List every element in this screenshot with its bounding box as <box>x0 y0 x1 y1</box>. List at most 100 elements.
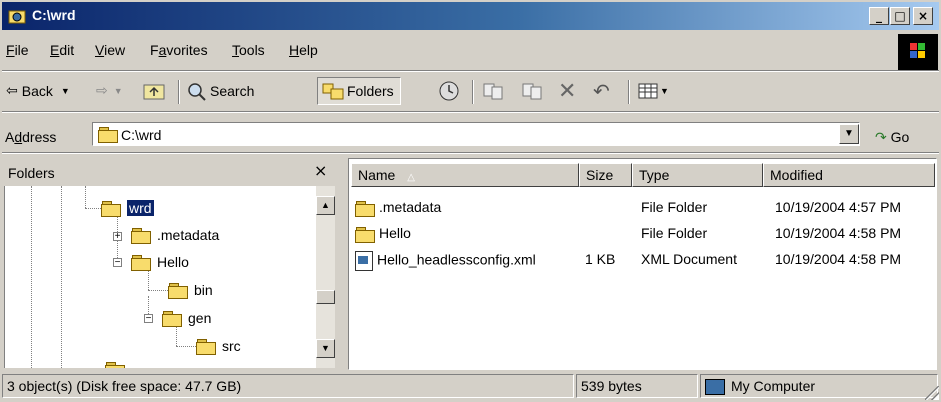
status-bytes: 539 bytes <box>576 374 698 398</box>
tree-guide <box>85 208 101 209</box>
folders-pane-title: Folders <box>8 165 55 181</box>
tree-node-wrd[interactable]: wrd <box>101 200 154 217</box>
menu-file[interactable]: File <box>6 42 29 58</box>
scroll-thumb[interactable] <box>316 290 335 304</box>
search-button[interactable]: Search <box>186 77 254 105</box>
list-item[interactable]: Hello_headlessconfig.xml 1 KB XML Docume… <box>349 248 936 271</box>
folders-icon <box>322 83 344 100</box>
title-bar[interactable]: C:\wrd _ □ × <box>2 2 939 30</box>
tree-node-label: bin <box>194 282 213 298</box>
folder-icon <box>105 362 125 368</box>
explorer-window: C:\wrd _ □ × File Edit View Favorites To… <box>0 0 941 402</box>
collapse-minus-icon[interactable]: − <box>113 258 122 268</box>
forward-button[interactable]: ⇨ ▼ <box>96 77 123 105</box>
delete-x-icon: ✕ <box>558 78 577 104</box>
tree-guide <box>61 186 62 368</box>
collapse-minus-icon[interactable]: − <box>144 314 153 324</box>
tree-node-gen[interactable]: gen <box>162 310 212 327</box>
copy-to-button[interactable] <box>521 77 545 105</box>
up-folder-button[interactable] <box>143 77 165 105</box>
file-modified: 10/19/2004 4:58 PM <box>775 225 902 241</box>
tree-guide <box>85 186 86 208</box>
file-name: .metadata <box>355 199 442 217</box>
expand-plus-icon[interactable]: + <box>113 232 122 242</box>
back-label: Back <box>21 83 53 99</box>
folder-icon <box>168 282 188 299</box>
column-label: Size <box>586 167 614 183</box>
file-type: File Folder <box>641 199 708 215</box>
tree-node-label: gen <box>188 310 212 326</box>
pane-splitter[interactable] <box>336 158 348 370</box>
tree-node-hello[interactable]: Hello <box>131 254 189 271</box>
open-folder-icon <box>101 200 121 217</box>
column-header-type[interactable]: Type <box>632 163 763 187</box>
sort-ascending-icon: △ <box>407 172 415 183</box>
go-arrow-icon: ↷ <box>875 130 887 146</box>
address-dropdown-button[interactable]: ▼ <box>839 124 859 144</box>
column-label: Modified <box>770 167 823 183</box>
toolbar-separator <box>472 80 474 104</box>
file-name-text: .metadata <box>379 199 442 215</box>
column-header-name[interactable]: Name △ <box>351 163 579 187</box>
folder-tree[interactable]: wrd + .metadata − Hello bin − gen src <box>4 186 317 368</box>
chevron-down-icon: ▼ <box>844 128 854 139</box>
windows-logo-icon <box>898 34 938 70</box>
list-item[interactable]: Hello File Folder 10/19/2004 4:58 PM <box>349 222 936 244</box>
menu-favorites[interactable]: Favorites <box>150 42 208 58</box>
undo-button[interactable]: ↶ <box>593 77 610 105</box>
move-to-button[interactable] <box>482 77 506 105</box>
back-button[interactable]: ⇦ Back ▼ <box>6 77 70 105</box>
chevron-down-icon: ▼ <box>60 86 70 96</box>
folders-pane-header: Folders × <box>2 158 335 186</box>
column-label: Type <box>639 167 670 183</box>
move-to-icon <box>483 83 503 100</box>
status-bar: 3 object(s) (Disk free space: 47.7 GB) 5… <box>0 372 941 402</box>
menu-separator <box>2 70 939 72</box>
minimize-button[interactable]: _ <box>869 7 889 25</box>
address-value: C:\wrd <box>121 127 162 143</box>
search-label: Search <box>210 83 255 99</box>
file-modified: 10/19/2004 4:57 PM <box>775 199 902 215</box>
file-list[interactable]: Name △ Size Type Modified .metadata File… <box>348 158 937 370</box>
views-button[interactable]: ▼ <box>638 77 669 105</box>
tree-guide <box>148 290 168 291</box>
tree-node-src[interactable]: src <box>196 338 241 355</box>
list-item[interactable]: .metadata File Folder 10/19/2004 4:57 PM <box>349 196 936 218</box>
scroll-up-button[interactable]: ▲ <box>316 196 335 215</box>
maximize-button[interactable]: □ <box>890 7 910 25</box>
folders-label: Folders <box>347 83 394 99</box>
scroll-down-button[interactable]: ▼ <box>316 339 335 358</box>
chevron-up-icon: ▲ <box>321 200 330 210</box>
close-button[interactable]: × <box>913 7 933 25</box>
folder-tree-scrollbar[interactable]: ▲ ▼ <box>316 186 335 368</box>
address-input[interactable]: C:\wrd <box>92 122 860 146</box>
address-separator-line <box>2 152 939 154</box>
menu-help[interactable]: Help <box>289 42 318 58</box>
history-icon <box>439 81 459 101</box>
folder-icon <box>196 338 216 355</box>
delete-button[interactable]: ✕ <box>558 77 576 105</box>
go-button[interactable]: ↷ Go <box>875 129 909 146</box>
column-header-modified[interactable]: Modified <box>763 163 935 187</box>
folders-pane-close-button[interactable]: × <box>314 161 327 180</box>
search-icon <box>188 83 206 101</box>
history-button[interactable] <box>437 77 461 105</box>
menu-view[interactable]: View <box>95 42 125 58</box>
file-size: 1 KB <box>585 251 616 267</box>
address-label: Address <box>5 129 57 145</box>
menu-tools[interactable]: Tools <box>232 42 265 58</box>
file-name: Hello_headlessconfig.xml <box>355 251 536 271</box>
tree-node-label: src <box>222 338 241 354</box>
my-computer-icon <box>705 379 725 396</box>
file-type: XML Document <box>641 251 737 267</box>
copy-to-icon <box>522 83 542 100</box>
folder-icon <box>355 200 375 217</box>
file-type: File Folder <box>641 225 708 241</box>
menu-edit[interactable]: Edit <box>50 42 74 58</box>
resize-grip[interactable] <box>925 386 939 400</box>
open-folder-icon <box>131 254 151 271</box>
tree-node-metadata[interactable]: .metadata <box>131 227 219 244</box>
folders-toggle-button[interactable]: Folders <box>317 77 401 105</box>
column-header-size[interactable]: Size <box>579 163 632 187</box>
tree-node-bin[interactable]: bin <box>168 282 213 299</box>
